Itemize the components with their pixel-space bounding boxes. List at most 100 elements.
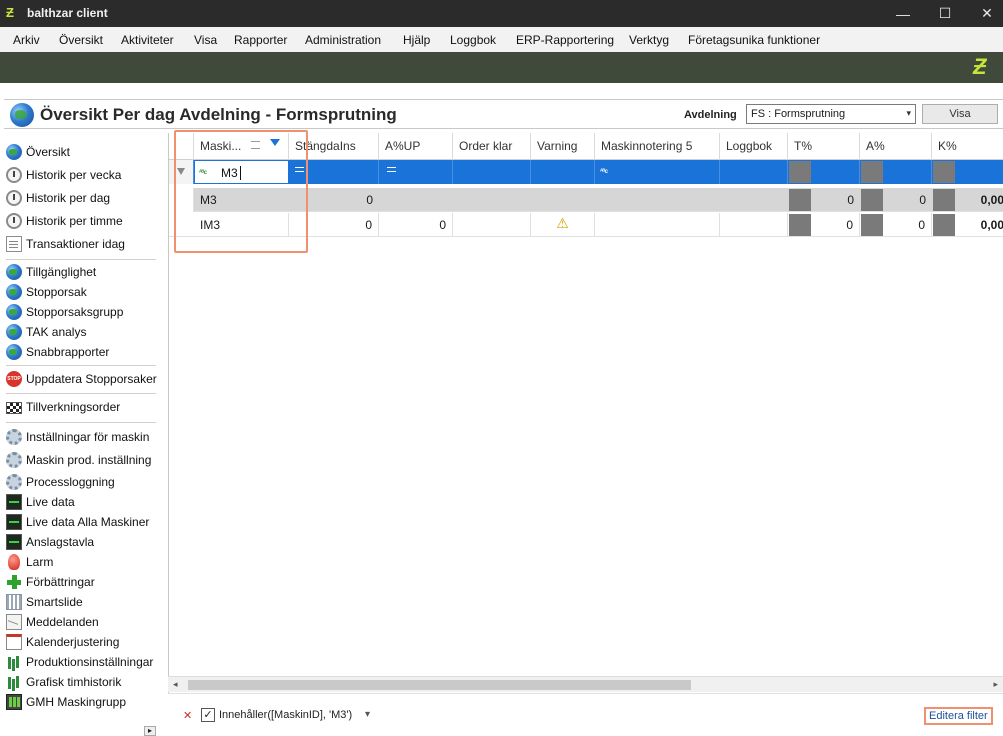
sidebar-item-tillganglighet[interactable]: Tillgänglighet — [4, 262, 157, 282]
sidebar-item-uppdatera-stopporsaker[interactable]: STOP Uppdatera Stopporsaker — [4, 369, 157, 389]
sidebar-item-live-data[interactable]: Live data — [4, 492, 157, 512]
cell-maskin: M3 — [200, 193, 217, 207]
filter-cell-aup[interactable] — [379, 160, 453, 184]
cell-stangdains: 0 — [289, 213, 379, 237]
sidebar-scroll-button[interactable]: ▸ — [144, 726, 156, 736]
status-swatch — [933, 214, 955, 236]
column-header-loggbok[interactable]: Loggbok — [720, 133, 788, 160]
table-row[interactable]: IM3 0 0 ⚠ 0 0 0,00 — [169, 213, 1003, 237]
sidebar-item-installningar-maskin[interactable]: Inställningar för maskin — [4, 427, 157, 447]
sidebar-item-kalenderjustering[interactable]: Kalenderjustering — [4, 632, 157, 652]
filter-cell-t-pct[interactable] — [788, 160, 860, 184]
sidebar-item-tak-analys[interactable]: TAK analys — [4, 322, 157, 342]
column-header-maskinnotering[interactable]: Maskinnotering 5 — [595, 133, 720, 160]
app-logo-icon: Ƶ — [6, 5, 14, 20]
filter-dropdown-icon[interactable]: ▾ — [365, 709, 370, 720]
sidebar-item-grafisk-timhistorik[interactable]: Grafisk timhistorik — [4, 672, 157, 692]
column-header-aup[interactable]: A%UP — [379, 133, 453, 160]
close-button[interactable]: ✕ — [964, 0, 1003, 27]
scroll-right-icon[interactable]: ▸ — [993, 679, 998, 690]
sidebar-item-historik-dag[interactable]: Historik per dag — [4, 188, 157, 208]
sidebar-divider — [6, 422, 156, 423]
menu-rapporter[interactable]: Rapporter — [234, 33, 287, 47]
menu-loggbok[interactable]: Loggbok — [450, 33, 496, 47]
envelope-icon — [6, 614, 22, 630]
globe-icon — [6, 324, 22, 340]
scroll-thumb[interactable] — [188, 680, 691, 690]
sidebar-item-smartslide[interactable]: Smartslide — [4, 592, 157, 612]
menu-aktiviteter[interactable]: Aktiviteter — [121, 33, 174, 47]
filter-cell-a-pct[interactable] — [860, 160, 932, 184]
avdelning-label: Avdelning — [684, 109, 737, 121]
minimize-button[interactable]: — — [880, 0, 926, 27]
table-row[interactable]: M3 0 0 0 0,00 — [169, 188, 1003, 212]
column-header-varning[interactable]: Varning — [531, 133, 595, 160]
cell-k-pct: 0,00 — [980, 218, 1003, 232]
filter-cell-order-klar[interactable] — [453, 160, 531, 184]
sidebar-item-maskin-prod[interactable]: Maskin prod. inställning — [4, 450, 157, 470]
filter-enabled-checkbox[interactable]: ✓ — [201, 708, 215, 722]
sidebar-item-gmh-maskingrupp[interactable]: GMH Maskingrupp — [4, 692, 157, 712]
cell-k-pct: 0,00 — [980, 193, 1003, 207]
menu-administration[interactable]: Administration — [305, 33, 381, 47]
sidebar-item-historik-timme[interactable]: Historik per timme — [4, 211, 157, 231]
filter-cell-k-pct[interactable] — [932, 160, 1003, 184]
menu-visa[interactable]: Visa — [194, 33, 217, 47]
edit-filter-link[interactable]: Editera filter — [924, 707, 993, 725]
clock-icon — [6, 167, 22, 183]
horizontal-scrollbar[interactable]: ◂ ▸ — [168, 676, 1003, 692]
scroll-left-icon[interactable]: ◂ — [173, 679, 178, 690]
menu-arkiv[interactable]: Arkiv — [13, 33, 40, 47]
filter-icon[interactable] — [270, 139, 280, 146]
sort-icon[interactable] — [251, 141, 260, 149]
globe-icon — [6, 304, 22, 320]
filter-cell-varning[interactable] — [531, 160, 595, 184]
visa-button[interactable]: Visa — [922, 104, 998, 124]
sidebar-item-anslagstavla[interactable]: Anslagstavla — [4, 532, 157, 552]
menu-erp-rapportering[interactable]: ERP-Rapportering — [516, 33, 614, 47]
cell-a-pct: 0 — [919, 193, 926, 207]
filter-cell-maskin[interactable]: ᴬᴮc M3 — [194, 160, 289, 184]
filter-cell-stangdains[interactable] — [289, 160, 379, 184]
sidebar-item-transaktioner[interactable]: Transaktioner idag — [4, 234, 157, 254]
column-header-stangdains[interactable]: StängdaIns — [289, 133, 379, 160]
sidebar-item-produktionsinstallningar[interactable]: Produktionsinställningar — [4, 652, 157, 672]
sidebar-item-forbattringar[interactable]: Förbättringar — [4, 572, 157, 592]
filter-row-indicator — [169, 160, 194, 184]
window-title: balthzar client — [27, 6, 108, 20]
clear-filter-icon[interactable]: ✕ — [183, 709, 192, 722]
column-header-a-pct[interactable]: A% — [860, 133, 932, 160]
menu-foretagsunika[interactable]: Företagsunika funktioner — [688, 33, 820, 47]
title-bar: Ƶ balthzar client — ☐ ✕ — [0, 0, 1003, 27]
sidebar-item-historik-vecka[interactable]: Historik per vecka — [4, 165, 157, 185]
column-header-t-pct[interactable]: T% — [788, 133, 860, 160]
sidebar-item-stopporsak[interactable]: Stopporsak — [4, 282, 157, 302]
avdelning-value: FS : Formsprutning — [751, 108, 846, 120]
column-header-k-pct[interactable]: K% — [932, 133, 1003, 160]
page-header: Översikt Per dag Avdelning - Formsprutni… — [4, 99, 1003, 129]
sidebar-item-processloggning[interactable]: Processloggning — [4, 472, 157, 492]
sidebar-item-stopporsaksgrupp[interactable]: Stopporsaksgrupp — [4, 302, 157, 322]
filter-cell-maskinnotering[interactable]: ᴬᴮc — [595, 160, 720, 184]
menu-hjalp[interactable]: Hjälp — [403, 33, 430, 47]
sidebar-item-tillverkningsorder[interactable]: Tillverkningsorder — [4, 397, 157, 417]
sidebar-item-larm[interactable]: Larm — [4, 552, 157, 572]
menu-verktyg[interactable]: Verktyg — [629, 33, 669, 47]
stop-sign-icon: STOP — [6, 371, 22, 387]
status-swatch — [789, 161, 811, 183]
filter-input-maskin[interactable]: M3 — [221, 166, 241, 180]
filter-expression[interactable]: Innehåller([MaskinID], 'M3') — [219, 709, 352, 721]
filter-row: ᴬᴮc M3 ᴬᴮc — [169, 160, 1003, 184]
column-header-maskin[interactable]: Maski... — [194, 133, 289, 160]
checkered-flag-icon — [6, 402, 22, 414]
filter-cell-loggbok[interactable] — [720, 160, 788, 184]
menu-oversikt[interactable]: Översikt — [59, 33, 103, 47]
column-header-order-klar[interactable]: Order klar — [453, 133, 531, 160]
avdelning-select[interactable]: FS : Formsprutning ▾ — [746, 104, 916, 124]
sidebar-item-meddelanden[interactable]: Meddelanden — [4, 612, 157, 632]
sidebar-item-live-data-alla[interactable]: Live data Alla Maskiner — [4, 512, 157, 532]
sidebar-item-snabbrapporter[interactable]: Snabbrapporter — [4, 342, 157, 362]
bar-chart-icon — [6, 674, 22, 690]
sidebar-item-oversikt[interactable]: Översikt — [4, 142, 157, 162]
maximize-button[interactable]: ☐ — [922, 0, 968, 27]
